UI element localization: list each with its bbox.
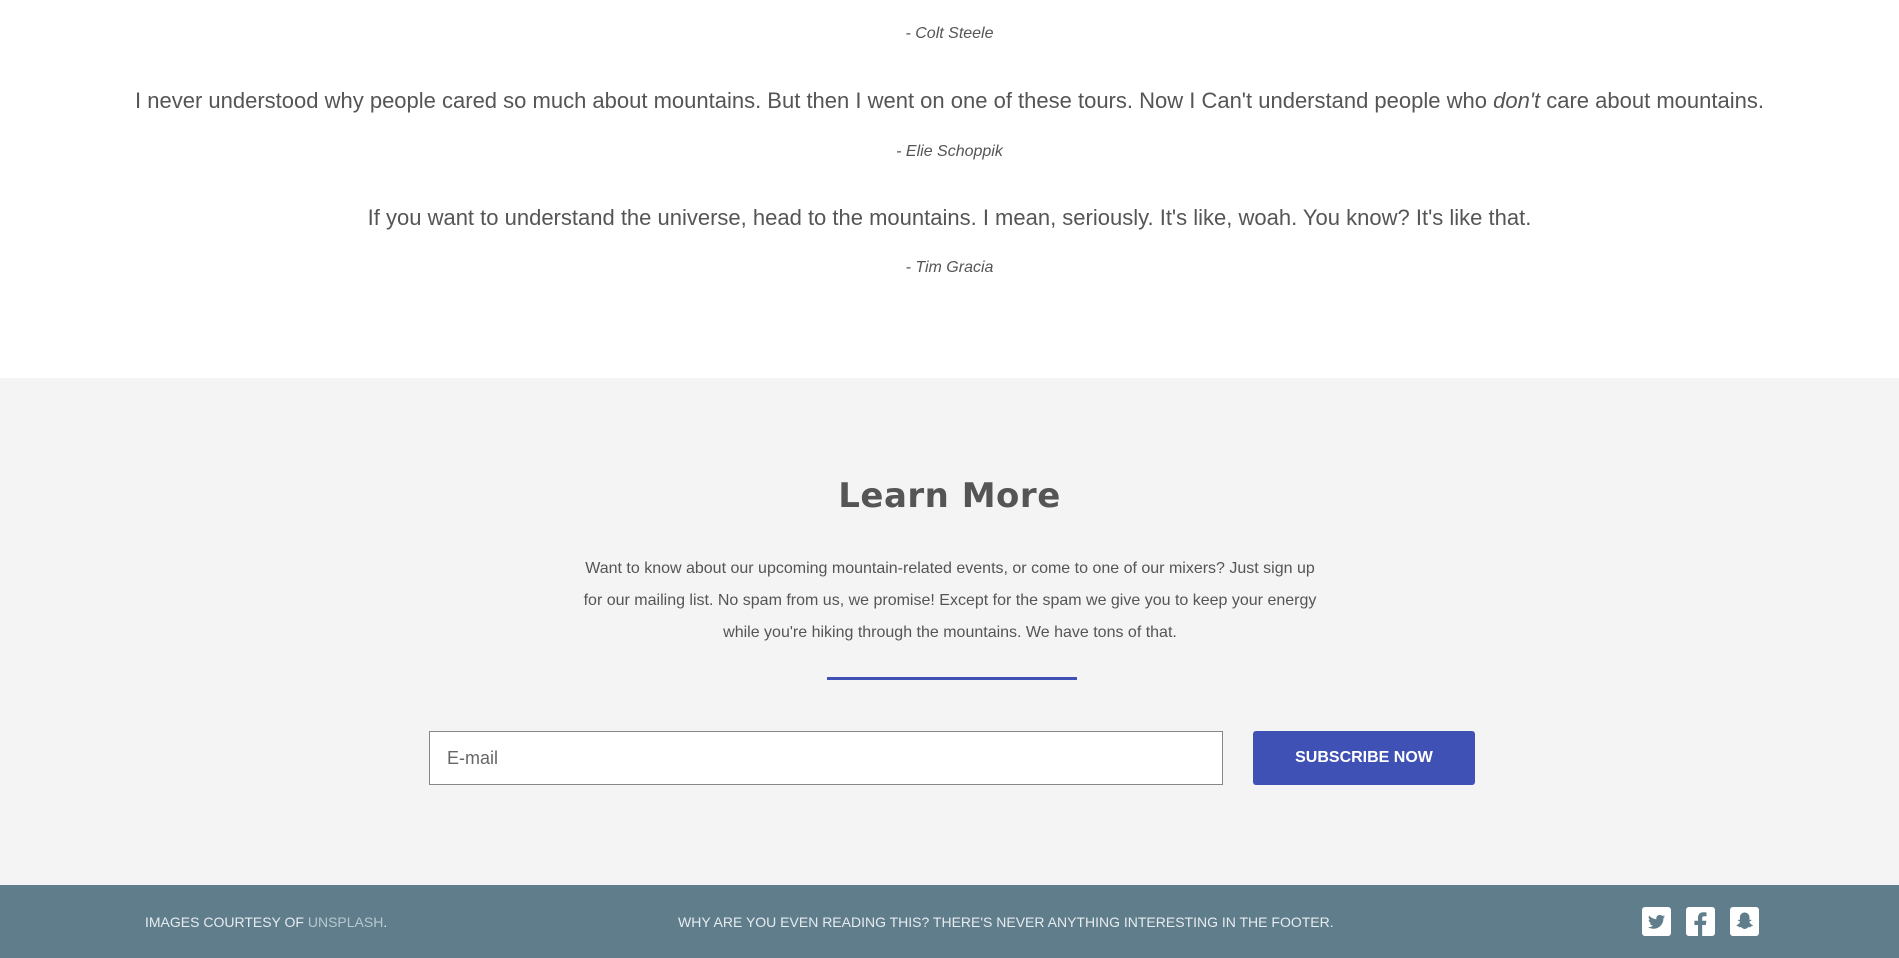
subscribe-button[interactable]: SUBSCRIBE NOW — [1253, 731, 1475, 785]
unsplash-link[interactable]: UNSPLASH — [308, 914, 383, 930]
learn-more-section: Learn More Want to know about our upcomi… — [0, 378, 1899, 885]
quote-author: - Elie Schoppik — [896, 143, 1003, 160]
footer-tagline: WHY ARE YOU EVEN READING THIS? THERE'S N… — [678, 914, 1334, 930]
testimonials-section: - Colt Steele I never understood why peo… — [0, 0, 1899, 378]
quote-text: I never understood why people cared so m… — [0, 88, 1899, 114]
credit-period: . — [383, 914, 388, 930]
credit-text: IMAGES COURTESY OF — [145, 914, 304, 930]
section-title: Learn More — [838, 476, 1061, 516]
quote-text-start: I never understood why people cared so m… — [135, 88, 1487, 113]
quote-emphasis: don't — [1493, 88, 1541, 113]
quote-text-end: care about mountains. — [1546, 88, 1764, 113]
facebook-icon[interactable] — [1686, 907, 1715, 936]
email-input[interactable] — [429, 731, 1223, 785]
snapchat-icon[interactable] — [1730, 907, 1759, 936]
quote-author: - Tim Gracia — [905, 259, 994, 276]
image-credit: IMAGES COURTESY OF UNSPLASH. — [145, 914, 387, 930]
footer: IMAGES COURTESY OF UNSPLASH. WHY ARE YOU… — [0, 885, 1899, 958]
quote-author: - Colt Steele — [905, 25, 994, 42]
twitter-icon[interactable] — [1642, 907, 1671, 936]
quote-text: If you want to understand the universe, … — [367, 205, 1532, 230]
section-divider — [827, 677, 1077, 680]
section-description: Want to know about our upcoming mountain… — [583, 560, 1317, 641]
